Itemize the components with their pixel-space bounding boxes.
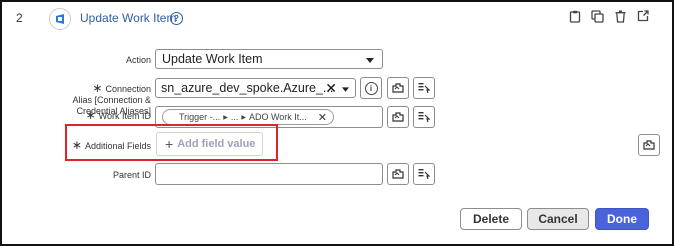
required-asterisk: ∗ — [92, 81, 103, 95]
required-asterisk: ∗ — [85, 108, 96, 122]
script-icon — [418, 169, 430, 180]
clipboard-icon[interactable] — [568, 9, 582, 23]
action-label: Action — [125, 55, 151, 65]
remove-pill-icon[interactable]: ✕ — [318, 111, 327, 124]
data-pill-picker-button[interactable] — [387, 77, 409, 99]
parent-id-label: Parent ID — [112, 170, 151, 180]
done-button[interactable]: Done — [595, 208, 649, 230]
dropdown-arrow-icon — [366, 58, 374, 63]
connection-alias-select[interactable]: sn_azure_dev_spoke.Azure_... ✕ — [155, 78, 356, 98]
help-icon[interactable]: ? — [170, 12, 183, 25]
action-step-panel: 2 Update Work Item ? Action Update Work … — [0, 0, 674, 246]
info-button[interactable]: i — [360, 77, 382, 99]
step-number: 2 — [16, 11, 23, 25]
pill-picker-icon — [392, 83, 404, 93]
pill-picker-icon — [392, 112, 404, 122]
parent-id-input[interactable] — [155, 163, 383, 185]
data-pill-picker-button[interactable] — [387, 106, 409, 128]
dropdown-arrow-icon[interactable] — [342, 87, 349, 92]
script-toggle-button[interactable] — [413, 106, 435, 128]
script-toggle-button[interactable] — [413, 163, 435, 185]
chevron-right-icon: ▶ — [241, 114, 246, 121]
data-pill-picker-button[interactable] — [638, 134, 660, 156]
pill-picker-icon — [643, 140, 655, 150]
script-toggle-button[interactable] — [413, 77, 435, 99]
work-item-id-label: ∗ Work Item ID — [85, 108, 151, 122]
connection-alias-value: sn_azure_dev_spoke.Azure_... — [161, 81, 334, 95]
script-icon — [418, 83, 430, 94]
data-pill-picker-button[interactable] — [387, 163, 409, 185]
cancel-button[interactable]: Cancel — [527, 208, 589, 230]
copy-icon[interactable] — [590, 9, 604, 23]
data-pill[interactable]: Trigger -... ▶ ... ▶ ADO Work It... ✕ — [162, 109, 334, 125]
step-title[interactable]: Update Work Item — [80, 11, 176, 25]
highlight-annotation-box — [65, 124, 278, 161]
delete-button[interactable]: Delete — [460, 208, 522, 230]
clear-icon[interactable]: ✕ — [325, 80, 337, 97]
trash-icon[interactable] — [613, 9, 627, 23]
open-external-icon[interactable] — [636, 9, 650, 23]
script-icon — [418, 112, 430, 123]
action-select[interactable]: Update Work Item — [155, 49, 383, 69]
info-icon: i — [364, 81, 378, 95]
workflow-step-icon — [49, 8, 71, 30]
chevron-right-icon: ▶ — [223, 114, 228, 121]
pill-picker-icon — [392, 169, 404, 179]
action-select-value: Update Work Item — [162, 52, 263, 66]
